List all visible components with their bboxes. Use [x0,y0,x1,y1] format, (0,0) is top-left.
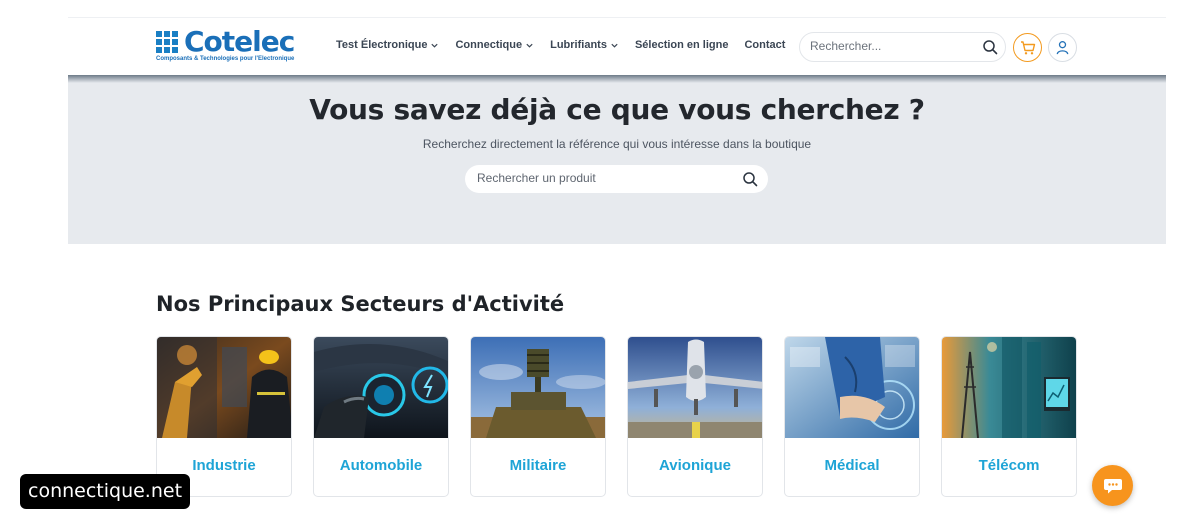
avionics-image [628,337,762,438]
sector-card-militaire[interactable]: Militaire [470,336,606,497]
user-icon [1056,41,1069,55]
chat-icon [1103,478,1122,493]
sector-label: Télécom [978,457,1040,474]
logo-grid-icon [156,31,180,55]
page: Cotelec Composants & Technologies pour l… [0,0,1200,520]
industry-image [157,337,291,438]
account-button[interactable] [1048,33,1077,62]
chevron-down-icon [611,43,618,48]
nav-item-label: Contact [744,39,786,51]
sector-card-automobile[interactable]: Automobile [313,336,449,497]
product-search-input[interactable] [477,171,727,185]
product-search [465,165,768,193]
sector-card-telecom[interactable]: Télécom [941,336,1077,497]
cart-button[interactable] [1013,33,1042,62]
sector-cards: Industrie Automobile Militaire Avionique… [156,336,1078,498]
nav-item-connectique[interactable]: Connectique [455,39,534,51]
watermark: connectique.net [20,474,191,509]
nav-item-label: Test Électronique [336,39,428,51]
header-shadow [68,75,1166,83]
hero-search-section: Vous savez déjà ce que vous cherchez ? R… [68,75,1166,244]
sector-label: Automobile [339,457,423,474]
sector-label: Militaire [509,457,567,474]
medical-image [785,337,919,438]
automobile-image [314,337,448,438]
chevron-down-icon [431,43,439,48]
nav-item-contact[interactable]: Contact [744,39,785,51]
header-search [799,32,1006,62]
logo[interactable]: Cotelec Composants & Technologies pour l… [156,25,306,68]
chevron-down-icon [526,43,533,48]
nav-item-label: Sélection en ligne [634,39,729,51]
nav-item-label: Lubrifiants [550,39,607,51]
sector-card-medical[interactable]: Médical [784,336,920,497]
search-icon[interactable] [982,39,998,55]
hero-subtitle: Recherchez directement la référence qui … [422,137,812,151]
site-header: Cotelec Composants & Technologies pour l… [68,17,1166,75]
search-icon[interactable] [742,171,758,187]
sector-label: Avionique [659,457,731,474]
telecom-image [942,337,1076,438]
nav-item-label: Connectique [455,39,523,51]
chat-button[interactable] [1092,465,1133,506]
nav-item-selection-en-ligne[interactable]: Sélection en ligne [635,39,729,51]
hero-title: Vous savez déjà ce que vous cherchez ? [309,93,925,126]
logo-tagline: Composants & Technologies pour l'Electro… [156,56,295,62]
sector-card-avionique[interactable]: Avionique [627,336,763,497]
main-nav: Test Électronique Connectique Lubrifiant… [336,39,785,51]
sector-label: Industrie [192,457,256,474]
header-search-input[interactable] [810,39,970,53]
sectors-title: Nos Principaux Secteurs d'Activité [156,292,565,316]
military-image [471,337,605,438]
sector-label: Médical [824,457,880,474]
sector-card-industrie[interactable]: Industrie [156,336,292,497]
nav-item-lubrifiants[interactable]: Lubrifiants [550,39,619,51]
logo-name: Cotelec [184,25,295,58]
nav-item-test-electronique[interactable]: Test Électronique [336,39,439,51]
cart-icon [1020,40,1035,54]
